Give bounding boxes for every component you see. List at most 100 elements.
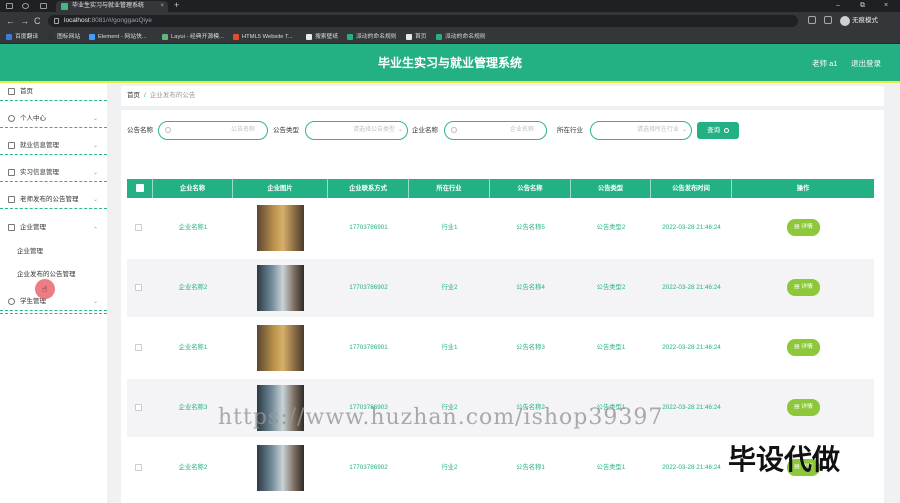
bookmark-icon — [89, 34, 95, 40]
industry-cell: 行业2 — [441, 464, 458, 471]
browser-circle-icon[interactable] — [22, 3, 29, 9]
company-name-cell: 企业名称1 — [178, 344, 208, 351]
chevron-down-icon: ⌄ — [397, 127, 403, 133]
publish-time-cell: 2022-03-28 21:46:24 — [662, 344, 721, 351]
sidebar-subitem-company-manage[interactable]: 企业管理 — [0, 245, 107, 259]
browser-tab[interactable]: 毕业生实习与就业管理系统 × — [56, 1, 168, 12]
sidebar-item-internship[interactable]: 实习信息管理 ⌄ — [0, 164, 107, 182]
notice-name-cell: 公告名称5 — [516, 224, 545, 231]
company-photo — [257, 205, 304, 251]
industry-cell: 行业1 — [441, 344, 458, 351]
notice-type-select[interactable]: 请选择公告类型 ⌄ — [305, 121, 408, 140]
sidebar-item-students[interactable]: 学生管理 ⌄ — [0, 293, 107, 311]
user-icon — [8, 115, 15, 122]
back-icon[interactable]: ← — [6, 15, 15, 27]
bookmark-icon — [162, 34, 168, 40]
address-bar[interactable]: localhost:8081/#/gonggaoQiye — [48, 15, 798, 27]
sidebar-subitem-company-notices[interactable]: 企业发布的公告管理 — [0, 268, 107, 282]
industry-cell: 行业1 — [441, 224, 458, 231]
column-header[interactable]: 公告类型 — [571, 179, 651, 198]
bookmark-item[interactable]: Element - 网站快... — [89, 30, 147, 44]
new-tab-icon[interactable]: + — [174, 0, 179, 11]
bookmark-item[interactable]: 图标网站 — [48, 30, 80, 44]
sidebar-item-teacher-notices[interactable]: 老师发布的公告管理 ⌄ — [0, 191, 107, 209]
browser-tab-title: 毕业生实习与就业管理系统 — [72, 3, 145, 9]
info-icon[interactable] — [54, 18, 59, 24]
column-header[interactable]: 操作 — [732, 179, 874, 198]
window-restore-icon[interactable]: ⧉ — [860, 0, 865, 12]
company-name-input[interactable]: 企业名称 — [444, 121, 547, 140]
detail-button[interactable]: ▤ 详情 — [787, 219, 820, 236]
chevron-down-icon: ⌄ — [92, 170, 98, 176]
bookmark-item[interactable]: Layui - 经典开源模... — [162, 30, 224, 44]
sidebar-item-home[interactable]: 首页 — [0, 83, 107, 101]
row-checkbox[interactable] — [135, 464, 142, 471]
publish-time-cell: 2022-03-28 21:46:24 — [662, 464, 721, 471]
notice-type-cell: 公告类型2 — [596, 284, 626, 291]
detail-button[interactable]: ▤ 详情 — [787, 399, 820, 416]
column-header[interactable]: 企业联系方式 — [328, 179, 409, 198]
url-host: localhost — [64, 17, 90, 24]
phone-cell: 17703786902 — [349, 284, 388, 291]
app-header: 毕业生实习与就业管理系统 老师 a1 退出登录 — [0, 44, 900, 83]
publish-time-cell: 2022-03-28 21:46:24 — [662, 224, 721, 231]
row-checkbox[interactable] — [135, 404, 142, 411]
bookmarks-bar: 百度翻译 图标网站 Element - 网站快... Layui - 经典开源模… — [0, 30, 900, 44]
detail-button[interactable]: ▤ 详情 — [787, 279, 820, 296]
bookmark-item[interactable]: 百度翻译 — [6, 30, 38, 44]
breadcrumb-home[interactable]: 首页 — [127, 92, 140, 99]
sidebar-item-company[interactable]: 企业管理 ⌄ — [0, 219, 107, 237]
row-checkbox[interactable] — [135, 284, 142, 291]
select-all-checkbox[interactable] — [136, 184, 144, 192]
logout-button[interactable]: 退出登录 — [851, 44, 881, 83]
detail-button[interactable]: ▤ 详情 — [787, 339, 820, 356]
browser-window-icon[interactable] — [40, 3, 47, 9]
bookmark-item[interactable]: 首页 — [406, 30, 427, 44]
notice-type-cell: 公告类型1 — [596, 344, 626, 351]
column-header[interactable]: 企业名称 — [153, 179, 233, 198]
publish-time-cell: 2022-03-28 21:46:24 — [662, 284, 721, 291]
row-checkbox[interactable] — [135, 344, 142, 351]
edit-icon — [8, 196, 15, 203]
window-minimize-icon[interactable]: – — [836, 0, 840, 12]
sidebar-item-profile[interactable]: 个人中心 ⌄ — [0, 110, 107, 128]
notice-name-cell: 公告名称3 — [516, 344, 545, 351]
table-row: 企业名称1 17703786901 行业1 公告名称5 公告类型2 2022-0… — [127, 199, 874, 257]
sidebar-item-employment[interactable]: 就业信息管理 ⌄ — [0, 137, 107, 155]
bookmark-item[interactable]: 搜索壁纸 — [306, 30, 338, 44]
profile-button[interactable]: 无痕模式 — [840, 15, 878, 27]
forward-icon[interactable]: → — [20, 15, 29, 27]
notice-name-input[interactable]: 公告名称 — [158, 121, 268, 140]
bookmark-item[interactable]: HTML5 Website T... — [233, 30, 293, 44]
industry-select[interactable]: 请选择所在行业 ⌄ — [590, 121, 692, 140]
column-header[interactable]: 公告名称 — [490, 179, 571, 198]
select-all-cell — [127, 179, 153, 198]
company-name-cell: 企业名称2 — [178, 284, 208, 291]
column-header[interactable]: 所在行业 — [409, 179, 490, 198]
breadcrumb-current: 企业发布的公告 — [149, 92, 196, 99]
profile-label: 无痕模式 — [852, 17, 878, 24]
chevron-down-icon: ⌄ — [681, 127, 687, 133]
bookmark-item[interactable]: 派动的命名规则 — [436, 30, 486, 44]
extensions-icon[interactable] — [824, 16, 832, 24]
notice-name-cell: 公告名称4 — [516, 284, 545, 291]
bookmark-icon — [347, 34, 353, 40]
promo-text: 毕设代做 — [728, 444, 841, 475]
bookmark-icon — [233, 34, 239, 40]
window-close-icon[interactable]: × — [884, 0, 888, 12]
tab-close-icon[interactable]: × — [160, 1, 164, 12]
column-header[interactable]: 企业图片 — [233, 179, 328, 198]
share-icon[interactable] — [808, 16, 816, 24]
search-button[interactable]: 查询 — [697, 122, 739, 139]
bookmark-item[interactable]: 派动的命名规则 — [347, 30, 397, 44]
browser-nav-bar: ← → C localhost:8081/#/gonggaoQiye 无痕模式 — [0, 12, 900, 30]
bookmark-icon — [436, 34, 442, 40]
reload-icon[interactable]: C — [34, 15, 41, 27]
chevron-down-icon: ⌄ — [92, 299, 98, 305]
column-header[interactable]: 公告发布时间 — [651, 179, 732, 198]
browser-menu-icon[interactable] — [6, 3, 13, 9]
row-checkbox[interactable] — [135, 224, 142, 231]
company-name-cell: 企业名称2 — [178, 464, 208, 471]
bookmark-icon — [406, 34, 412, 40]
search-icon — [165, 127, 171, 133]
